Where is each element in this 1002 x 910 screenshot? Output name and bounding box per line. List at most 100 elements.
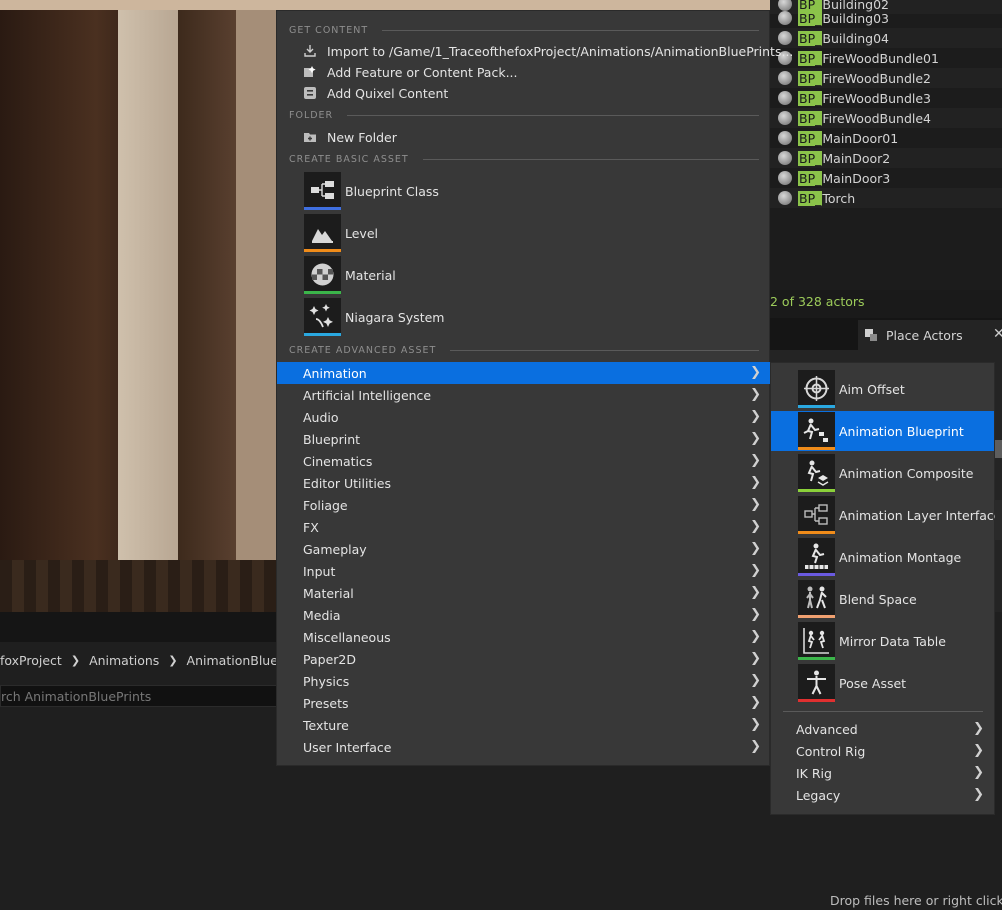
mirror-data-table-menu-item[interactable]: Mirror Data Table [771,621,994,661]
import-menu-item[interactable]: Import to /Game/1_TraceofthefoxProject/A… [277,40,793,62]
animation-montage-icon [798,538,835,576]
animation-blueprint-menu-item[interactable]: Animation Blueprint [771,411,994,451]
breadcrumb-item[interactable]: Animations [89,653,159,668]
chevron-right-icon: ❯ [750,431,761,446]
chevron-right-icon: ❯ [750,673,761,688]
drop-hint-text: Drop files here or right click to [830,893,1002,908]
submenu-foliage[interactable]: Foliage ❯ [277,494,771,516]
close-icon[interactable]: ✕ [993,326,1002,342]
submenu-ik-rig[interactable]: IK Rig ❯ [771,762,994,784]
submenu-editor-utilities[interactable]: Editor Utilities ❯ [277,472,771,494]
submenu-media[interactable]: Media ❯ [277,604,771,626]
aim-offset-icon [798,370,835,408]
chevron-right-icon: ❯ [750,607,761,622]
chevron-right-icon: ❯ [750,629,761,644]
animation-blueprint-icon [798,412,835,450]
outliner-row[interactable]: BP_ FireWoodBundle3 [770,88,1002,108]
chevron-right-icon: ❯ [750,739,761,754]
actor-icon [778,171,792,185]
chevron-right-icon: ❯ [750,365,761,380]
mirror-data-table-icon [798,622,835,660]
submenu-physics[interactable]: Physics ❯ [277,670,771,692]
chevron-right-icon: ❯ [750,497,761,512]
actor-icon [778,91,792,105]
chevron-right-icon: ❯ [973,787,984,802]
content-browser-search-input[interactable]: rch AnimationBluePrints [0,685,280,707]
chevron-right-icon: ❯ [750,541,761,556]
folder-add-icon [303,130,317,144]
tab-place-actors[interactable]: Place Actors [858,320,1002,350]
section-get-content: GET CONTENT [289,23,759,37]
outliner-row[interactable]: BP_ Building03 [770,8,1002,28]
submenu-miscellaneous[interactable]: Miscellaneous ❯ [277,626,771,648]
material-icon [304,256,341,294]
submenu-material[interactable]: Material ❯ [277,582,771,604]
actor-icon [778,111,792,125]
blueprint-class-menu-item[interactable]: Blueprint Class [277,171,771,211]
submenu-cinematics[interactable]: Cinematics ❯ [277,450,771,472]
panel-edge-handle[interactable] [995,440,1002,458]
breadcrumb-item[interactable]: foxProject [0,653,62,668]
submenu-gameplay[interactable]: Gameplay ❯ [277,538,771,560]
chevron-right-icon: ❯ [750,563,761,578]
chevron-right-icon: ❯ [750,717,761,732]
submenu-presets[interactable]: Presets ❯ [277,692,771,714]
submenu-artificial-intelligence[interactable]: Artificial Intelligence ❯ [277,384,771,406]
breadcrumb: foxProject ❯ Animations ❯ AnimationBlueP [0,648,285,672]
submenu-blueprint[interactable]: Blueprint ❯ [277,428,771,450]
outliner-row[interactable]: BP_ MainDoor3 [770,168,1002,188]
submenu-texture[interactable]: Texture ❯ [277,714,771,736]
material-menu-item[interactable]: Material [277,255,771,295]
submenu-user-interface[interactable]: User Interface ❯ [277,736,771,758]
actor-icon [778,131,792,145]
add-quixel-menu-item[interactable]: Add Quixel Content [277,82,771,104]
chevron-right-icon: ❯ [750,585,761,600]
outliner-row[interactable]: BP_ FireWoodBundle2 [770,68,1002,88]
actor-icon [778,191,792,205]
chevron-right-icon: ❯ [750,695,761,710]
breadcrumb-item[interactable]: AnimationBlueP [187,653,286,668]
niagara-system-menu-item[interactable]: Niagara System [277,297,771,337]
outliner-row[interactable]: BP_ MainDoor2 [770,148,1002,168]
submenu-audio[interactable]: Audio ❯ [277,406,771,428]
submenu-fx[interactable]: FX ❯ [277,516,771,538]
chevron-right-icon: ❯ [70,653,81,667]
submenu-animation[interactable]: Animation ❯ [277,362,771,384]
pose-asset-menu-item[interactable]: Pose Asset [771,663,994,703]
submenu-advanced[interactable]: Advanced ❯ [771,718,994,740]
animation-composite-menu-item[interactable]: Animation Composite [771,453,994,493]
outliner-row[interactable]: BP_ FireWoodBundle4 [770,108,1002,128]
blend-space-icon [798,580,835,618]
section-create-basic: CREATE BASIC ASSET [289,152,759,166]
chevron-right-icon: ❯ [750,519,761,534]
submenu-input[interactable]: Input ❯ [277,560,771,582]
section-create-advanced: CREATE ADVANCED ASSET [289,343,759,357]
outliner-row[interactable]: BP_ Torch [770,188,1002,208]
aim-offset-menu-item[interactable]: Aim Offset [771,369,994,409]
chevron-right-icon: ❯ [168,653,178,667]
submenu-paper2d[interactable]: Paper2D ❯ [277,648,771,670]
submenu-legacy[interactable]: Legacy ❯ [771,784,994,806]
animation-layer-interface-menu-item[interactable]: Animation Layer Interface [771,495,1002,535]
world-outliner: BP_ Building02 BP_ Building03 BP_ Building0… [770,0,1002,290]
section-folder: FOLDER [289,108,759,122]
level-menu-item[interactable]: Level [277,213,771,253]
import-icon [303,44,317,58]
actor-icon [778,71,792,85]
scene-ceiling [0,0,770,10]
blend-space-menu-item[interactable]: Blend Space [771,579,994,619]
add-feature-menu-item[interactable]: Add Feature or Content Pack... [277,61,771,83]
outliner-row[interactable]: BP_ MainDoor01 [770,128,1002,148]
pose-asset-icon [798,664,835,702]
submenu-control-rig[interactable]: Control Rig ❯ [771,740,994,762]
blueprint-class-icon [304,172,341,210]
outliner-row[interactable]: BP_ Building04 [770,28,1002,48]
outliner-row[interactable]: BP_ FireWoodBundle01 [770,48,1002,68]
actor-icon [778,151,792,165]
animation-montage-menu-item[interactable]: Animation Montage [771,537,994,577]
level-icon [304,214,341,252]
animation-layer-interface-icon [798,496,835,534]
menu-divider [783,711,983,712]
new-folder-menu-item[interactable]: New Folder [277,126,771,148]
animation-composite-icon [798,454,835,492]
